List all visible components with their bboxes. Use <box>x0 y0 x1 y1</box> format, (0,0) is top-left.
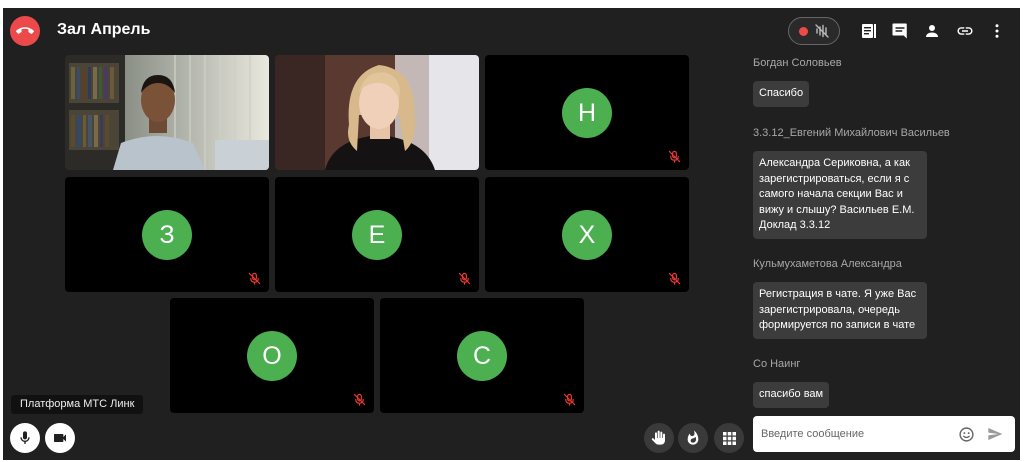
reactions-button[interactable] <box>678 423 708 453</box>
message-author: Богдан Соловьев <box>753 57 842 69</box>
person-icon <box>926 25 938 37</box>
room-title: Зал Апрель <box>57 21 151 38</box>
video-tile-participant[interactable]: З <box>65 177 269 292</box>
chat-toggle-button[interactable] <box>889 20 911 42</box>
send-button[interactable] <box>985 424 1005 444</box>
notes-button[interactable] <box>858 20 880 42</box>
notes-icon <box>862 24 876 38</box>
mic-muted-icon <box>563 393 576 406</box>
mic-icon <box>20 431 30 444</box>
mic-muted-icon <box>458 272 471 285</box>
platform-label: Платформа МТС Линк <box>11 395 144 414</box>
conference-window: Зал Апрель Н З Е Х О С Платформа МТС Лин… <box>3 8 1020 460</box>
layout-grid-button[interactable] <box>714 423 744 453</box>
hand-raise-icon <box>651 430 665 445</box>
participant-avatar: Х <box>562 210 612 260</box>
camera-icon <box>54 434 66 442</box>
mic-muted-icon <box>668 150 681 163</box>
video-tile-participant[interactable]: Х <box>485 177 689 292</box>
message-line: Доклад 3.3.12 <box>759 219 831 231</box>
grid-icon <box>722 431 736 445</box>
emoji-button[interactable] <box>956 424 976 444</box>
link-icon <box>957 27 973 35</box>
participant-avatar: Н <box>562 88 612 138</box>
message-bubble: Александра Сериковна, а как зарегистриро… <box>753 151 927 239</box>
video-tile-camera-2[interactable] <box>275 55 479 170</box>
message-line: вижу и слышу? Васильев Е.М. <box>759 203 915 216</box>
send-icon <box>988 428 1003 440</box>
hangup-icon <box>16 27 34 34</box>
raise-hand-button[interactable] <box>644 423 674 453</box>
mic-muted-icon <box>668 272 681 285</box>
participant-avatar: З <box>142 210 192 260</box>
chat-message-input[interactable] <box>761 424 951 444</box>
microphone-button[interactable] <box>10 423 40 453</box>
emoji-icon <box>958 426 974 442</box>
record-dot-icon <box>799 26 808 36</box>
message-line: Александра Сериковна, а как <box>759 157 910 169</box>
message-author: Со Наинг <box>753 358 801 370</box>
video-tile-participant[interactable]: О <box>170 298 374 413</box>
message-line: зарегистрироваться, если я с <box>759 172 910 185</box>
mic-muted-icon <box>353 393 366 406</box>
more-vert-icon <box>995 24 999 38</box>
participant-video-man <box>65 55 269 170</box>
message-author: Кульмухаметова Александра <box>753 258 902 270</box>
fire-icon <box>687 430 699 445</box>
participant-avatar: Е <box>352 210 402 260</box>
video-tile-camera-1[interactable] <box>65 55 269 170</box>
message-bubble: Спасибо <box>753 81 810 107</box>
participant-avatar: С <box>457 331 507 381</box>
video-tile-participant[interactable]: Е <box>275 177 479 292</box>
chat-input-bar <box>753 416 1015 452</box>
chat-panel[interactable]: Богдан Соловьев Спасибо 3.3.12_Евгений М… <box>753 48 1015 410</box>
video-tile-participant[interactable]: С <box>380 298 584 413</box>
more-options-button[interactable] <box>986 20 1008 42</box>
copy-link-button[interactable] <box>954 20 976 42</box>
message-author: 3.3.12_Евгений Михайлович Васильев <box>753 127 950 139</box>
participant-video-woman <box>275 55 479 170</box>
hangup-button[interactable] <box>10 16 40 46</box>
recording-indicator[interactable] <box>788 17 840 45</box>
video-tile-participant[interactable]: Н <box>485 55 689 170</box>
participant-avatar: О <box>247 331 297 381</box>
message-bubble: спасибо вам <box>753 382 830 408</box>
message-line: Регистрация в чате. Я уже Вас <box>759 288 917 300</box>
message-bubble: Регистрация в чате. Я уже Вас зарегистри… <box>753 282 927 339</box>
message-line: формируется по записи в чате <box>759 319 916 331</box>
message-line: самого начала секции Вас и <box>759 188 903 200</box>
chat-icon <box>892 23 907 39</box>
camera-button[interactable] <box>45 423 75 453</box>
audio-wave-icon <box>815 24 829 38</box>
message-line: зарегистрировала, очередь <box>759 303 900 316</box>
participants-button[interactable] <box>921 20 943 42</box>
mic-muted-icon <box>248 272 261 285</box>
